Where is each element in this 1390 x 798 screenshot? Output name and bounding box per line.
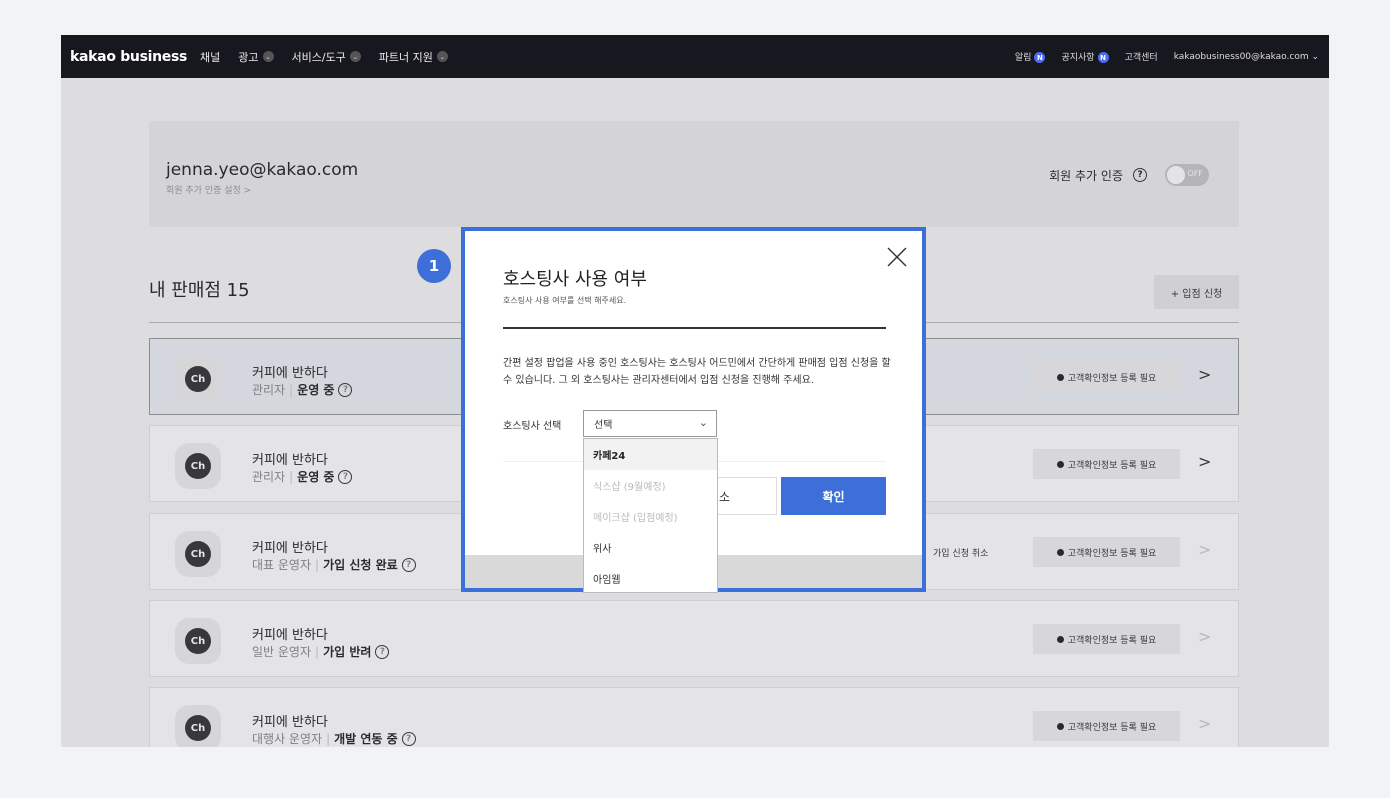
nav-partner[interactable]: 파트너 지원 ⌄	[379, 49, 448, 65]
hosting-dropdown: 카페24 식스샵 (9월예정) 메이크샵 (입점예정) 위사 아임웹	[583, 438, 718, 593]
nav-channel-label: 채널	[200, 50, 221, 64]
option-sixshop[interactable]: 식스샵 (9월예정)	[584, 470, 717, 501]
nav-ads-label: 광고	[238, 50, 259, 64]
notice-label: 공지사항	[1061, 52, 1095, 63]
gnb-utility: 알림 N 공지사항 N 고객센터 kakaobusiness00@kakao.com…	[1015, 50, 1319, 64]
browser-frame: kakao business 채널 광고 ⌄ 서비스/도구 ⌄ 파트너 지원 ⌄ 알림…	[61, 35, 1329, 747]
option-wisa[interactable]: 위사	[584, 532, 717, 563]
chevron-down-icon: ⌄	[349, 51, 361, 62]
nav-services[interactable]: 서비스/도구 ⌄	[292, 49, 361, 65]
option-makeshop[interactable]: 메이크샵 (입점예정)	[584, 501, 717, 532]
alarm-link[interactable]: 알림 N	[1015, 50, 1046, 64]
main-nav: 채널 광고 ⌄ 서비스/도구 ⌄ 파트너 지원 ⌄	[200, 49, 448, 65]
nav-ads[interactable]: 광고 ⌄	[238, 49, 274, 65]
new-badge: N	[1097, 52, 1109, 64]
nav-services-label: 서비스/도구	[291, 50, 346, 64]
kakao-business-logo[interactable]: kakao business	[70, 49, 190, 65]
alarm-label: 알림	[1014, 52, 1032, 63]
account-menu[interactable]: kakaobusiness00@kakao.com ⌄	[1174, 52, 1319, 62]
option-imweb[interactable]: 아임웹	[584, 563, 717, 594]
step-number-badge: 1	[417, 249, 451, 283]
new-badge: N	[1034, 52, 1046, 64]
chevron-down-icon: ⌄	[436, 51, 448, 62]
chevron-down-icon: ⌄	[262, 51, 274, 62]
option-cafe24[interactable]: 카페24	[584, 439, 717, 470]
global-nav-bar: kakao business 채널 광고 ⌄ 서비스/도구 ⌄ 파트너 지원 ⌄ 알림…	[61, 35, 1329, 78]
nav-partner-label: 파트너 지원	[378, 50, 433, 64]
nav-channel[interactable]: 채널	[200, 49, 220, 65]
notice-link[interactable]: 공지사항 N	[1061, 50, 1109, 64]
support-link[interactable]: 고객센터	[1125, 50, 1158, 63]
